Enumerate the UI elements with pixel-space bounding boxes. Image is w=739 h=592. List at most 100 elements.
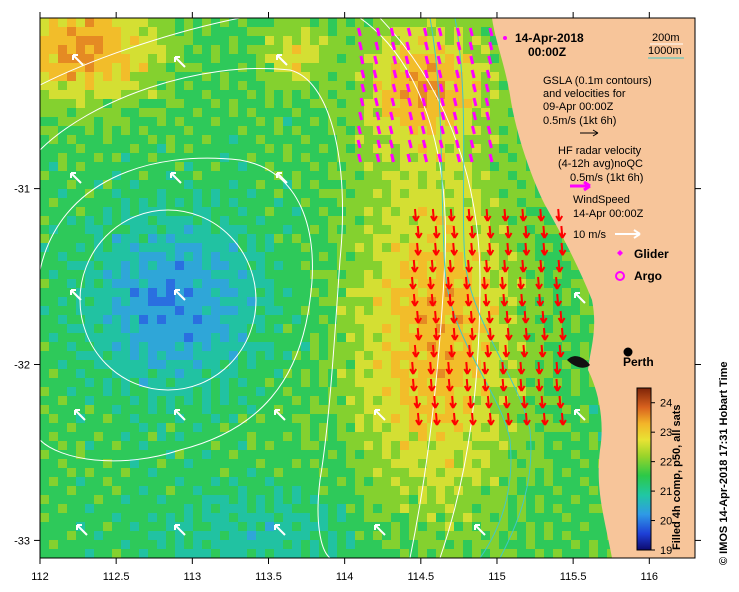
x-tick-label: 112 [31, 571, 49, 583]
sst-pixel [130, 99, 139, 108]
sst-pixel [373, 234, 382, 243]
sst-pixel [571, 540, 580, 549]
sst-pixel [85, 225, 94, 234]
sst-pixel [544, 270, 553, 279]
sst-pixel [103, 126, 112, 135]
sst-pixel [463, 99, 472, 108]
sst-pixel [148, 171, 157, 180]
sst-pixel [148, 297, 157, 306]
sst-pixel [238, 18, 247, 27]
sst-pixel [139, 243, 148, 252]
sst-pixel [562, 450, 571, 459]
sst-pixel [355, 369, 364, 378]
sst-pixel [130, 441, 139, 450]
sst-pixel [391, 162, 400, 171]
sst-pixel [211, 387, 220, 396]
sst-pixel [130, 342, 139, 351]
sst-pixel [256, 315, 265, 324]
sst-pixel [157, 180, 166, 189]
sst-pixel [40, 153, 49, 162]
sst-pixel [85, 405, 94, 414]
sst-pixel [85, 324, 94, 333]
sst-pixel [310, 27, 319, 36]
sst-pixel [400, 108, 409, 117]
sst-pixel [202, 468, 211, 477]
sst-pixel [229, 522, 238, 531]
sst-pixel [580, 432, 589, 441]
sst-pixel [364, 468, 373, 477]
sst-pixel [184, 36, 193, 45]
sst-pixel [76, 135, 85, 144]
sst-pixel [517, 207, 526, 216]
sst-pixel [526, 378, 535, 387]
sst-pixel [319, 54, 328, 63]
sst-pixel [355, 441, 364, 450]
sst-pixel [553, 549, 562, 558]
sst-pixel [238, 270, 247, 279]
sst-pixel [535, 432, 544, 441]
sst-pixel [202, 270, 211, 279]
sst-pixel [157, 54, 166, 63]
sst-pixel [220, 315, 229, 324]
sst-pixel [427, 162, 436, 171]
sst-pixel [319, 360, 328, 369]
sst-pixel [436, 297, 445, 306]
sst-pixel [211, 468, 220, 477]
sst-pixel [229, 468, 238, 477]
sst-pixel [220, 522, 229, 531]
sst-pixel [112, 252, 121, 261]
sst-pixel [247, 513, 256, 522]
sst-pixel [193, 135, 202, 144]
hf-arrow [488, 153, 494, 163]
sst-pixel [238, 459, 247, 468]
hf-arrow [487, 139, 493, 149]
sst-pixel [571, 333, 580, 342]
sst-pixel [382, 153, 391, 162]
sst-pixel [526, 225, 535, 234]
sst-pixel [292, 54, 301, 63]
sst-pixel [301, 180, 310, 189]
sst-pixel [463, 486, 472, 495]
sst-pixel [274, 90, 283, 99]
sst-pixel [292, 207, 301, 216]
sst-pixel [247, 495, 256, 504]
sst-pixel [382, 243, 391, 252]
sst-pixel [202, 189, 211, 198]
sst-pixel [166, 216, 175, 225]
sst-pixel [292, 549, 301, 558]
sst-pixel [211, 135, 220, 144]
sst-pixel [211, 189, 220, 198]
sst-pixel [229, 486, 238, 495]
sst-pixel [85, 180, 94, 189]
sst-pixel [391, 387, 400, 396]
sst-pixel [544, 225, 553, 234]
sst-pixel [202, 441, 211, 450]
sst-pixel [481, 432, 490, 441]
sst-pixel [103, 153, 112, 162]
sst-pixel [220, 450, 229, 459]
sst-pixel [193, 396, 202, 405]
sst-pixel [391, 225, 400, 234]
sst-pixel [391, 405, 400, 414]
sst-pixel [445, 459, 454, 468]
sst-pixel [310, 333, 319, 342]
sst-pixel [49, 180, 58, 189]
sst-pixel [355, 432, 364, 441]
sst-pixel [247, 45, 256, 54]
sst-pixel [238, 45, 247, 54]
sst-pixel [571, 315, 580, 324]
sst-pixel [346, 270, 355, 279]
sst-pixel [310, 297, 319, 306]
sst-pixel [382, 63, 391, 72]
sst-pixel [229, 234, 238, 243]
sst-pixel [265, 495, 274, 504]
sst-pixel [589, 468, 598, 477]
sst-pixel [256, 297, 265, 306]
sst-pixel [103, 549, 112, 558]
sst-pixel [238, 378, 247, 387]
sst-pixel [58, 279, 67, 288]
sst-pixel [76, 369, 85, 378]
sst-pixel [409, 423, 418, 432]
sst-pixel [526, 504, 535, 513]
sst-pixel [247, 144, 256, 153]
